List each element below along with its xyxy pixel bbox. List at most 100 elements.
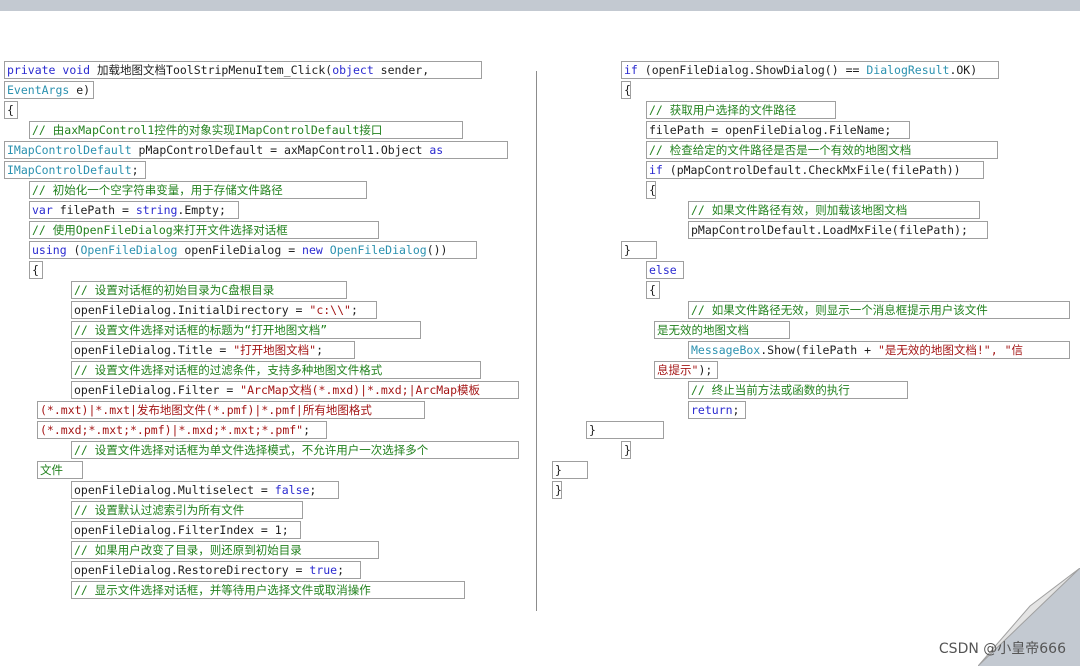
code-line: } xyxy=(621,241,657,259)
code-line: // 设置对话框的初始目录为C盘根目录 xyxy=(71,281,347,299)
code-line: (*.mxt)|*.mxt|发布地图文件(*.pmf)|*.pmf|所有地图格式 xyxy=(37,401,425,419)
code-token: false xyxy=(274,483,310,497)
code-token: as xyxy=(429,143,444,157)
code-line: // 检查给定的文件路径是否是一个有效的地图文档 xyxy=(646,141,998,159)
code-token: } xyxy=(555,463,562,477)
code-line: 文件 xyxy=(37,461,83,479)
code-token: // 设置文件选择对话框为单文件选择模式，不允许用户一次选择多个 xyxy=(74,443,429,457)
code-token: pMapControlDefault.LoadMxFile(filePath); xyxy=(691,223,968,237)
code-token: // 如果文件路径有效，则加载该地图文档 xyxy=(691,203,908,217)
code-token: sender, xyxy=(373,63,437,77)
code-line: if (pMapControlDefault.CheckMxFile(fileP… xyxy=(646,161,984,179)
code-token: } xyxy=(589,423,596,437)
code-token: // 设置对话框的初始目录为C盘根目录 xyxy=(74,283,275,297)
code-line: filePath = openFileDialog.FileName; xyxy=(646,121,910,139)
code-line: { xyxy=(29,261,43,279)
code-token: ; xyxy=(316,343,324,357)
code-token: using xyxy=(32,243,67,257)
code-line: openFileDialog.Multiselect = false; xyxy=(71,481,339,499)
code-token: // 检查给定的文件路径是否是一个有效的地图文档 xyxy=(649,143,912,157)
code-token: 加载地图文档ToolStripMenuItem_Click( xyxy=(90,63,333,77)
code-token: // 如果文件路径无效，则显示一个消息框提示用户该文件 xyxy=(691,303,988,317)
code-line: openFileDialog.FilterIndex = 1; xyxy=(71,521,301,539)
code-token: (*.mxt)|*.mxt|发布地图文件(*.pmf)|*.pmf|所有地图格式 xyxy=(40,403,372,417)
code-token: (*.mxd;*.mxt;*.pmf)|*.mxd;*.mxt;*.pmf" xyxy=(40,423,304,437)
code-token: { xyxy=(7,103,14,117)
column-divider xyxy=(536,71,537,611)
code-line: 息提示"); xyxy=(654,361,718,379)
code-line: // 获取用户选择的文件路径 xyxy=(646,101,836,119)
code-token: MessageBox xyxy=(691,343,761,357)
code-token: filePath = xyxy=(52,203,136,217)
code-line: } xyxy=(552,461,588,479)
document-page: private void 加载地图文档ToolStripMenuItem_Cli… xyxy=(0,11,1080,666)
code-token: OpenFileDialog xyxy=(329,243,427,257)
code-token: } xyxy=(555,483,562,497)
code-line: MessageBox.Show(filePath + "是无效的地图文档!", … xyxy=(688,341,1070,359)
code-line: // 设置文件选择对话框为单文件选择模式，不允许用户一次选择多个 xyxy=(71,441,519,459)
code-token: openFileDialog.Title = xyxy=(74,343,234,357)
code-token: { xyxy=(649,183,656,197)
code-line: if (openFileDialog.ShowDialog() == Dialo… xyxy=(621,61,999,79)
code-token: "c:\\" xyxy=(309,303,351,317)
code-token: void xyxy=(62,63,91,77)
code-line: // 设置默认过滤索引为所有文件 xyxy=(71,501,303,519)
code-token: // 设置文件选择对话框的过滤条件，支持多种地图文件格式 xyxy=(74,363,383,377)
code-token: { xyxy=(649,283,656,297)
code-token: ; xyxy=(131,163,139,177)
code-line: EventArgs e) xyxy=(4,81,94,99)
code-line: // 终止当前方法或函数的执行 xyxy=(688,381,908,399)
code-token: // 由axMapControl1控件的对象实现IMapControlDefau… xyxy=(32,123,383,137)
code-token: // 如果用户改变了目录，则还原到初始目录 xyxy=(74,543,302,557)
code-line: // 由axMapControl1控件的对象实现IMapControlDefau… xyxy=(29,121,463,139)
code-line: { xyxy=(646,181,656,199)
code-token: // 初始化一个空字符串变量，用于存储文件路径 xyxy=(32,183,283,197)
code-token: // 终止当前方法或函数的执行 xyxy=(691,383,850,397)
code-token: EventArgs xyxy=(7,83,70,97)
code-token: var xyxy=(32,203,53,217)
code-token: 是无效的地图文档 xyxy=(657,323,749,337)
code-token: e) xyxy=(69,83,91,97)
code-line: // 设置文件选择对话框的标题为“打开地图文档” xyxy=(71,321,421,339)
code-token: OpenFileDialog xyxy=(80,243,178,257)
code-line: 是无效的地图文档 xyxy=(654,321,790,339)
code-line: // 如果用户改变了目录，则还原到初始目录 xyxy=(71,541,379,559)
code-token: DialogResult xyxy=(866,63,950,77)
code-token: // 设置默认过滤索引为所有文件 xyxy=(74,503,245,517)
code-token: openFileDialog.RestoreDirectory = xyxy=(74,563,310,577)
code-token: return xyxy=(691,403,733,417)
code-line: (*.mxd;*.mxt;*.pmf)|*.mxd;*.mxt;*.pmf"; xyxy=(37,421,327,439)
code-token: if xyxy=(624,63,638,77)
code-token: { xyxy=(32,263,39,277)
code-token: .Empty; xyxy=(177,203,226,217)
code-line: IMapControlDefault pMapControlDefault = … xyxy=(4,141,508,159)
code-token: .Show(filePath + xyxy=(760,343,878,357)
code-token: "是无效的地图文档!", "信 xyxy=(877,343,1023,357)
code-token: { xyxy=(624,83,631,97)
code-line: else xyxy=(646,261,684,279)
code-token: ( xyxy=(66,243,81,257)
code-token: // 显示文件选择对话框，并等待用户选择文件或取消操作 xyxy=(74,583,371,597)
code-token: string xyxy=(135,203,178,217)
code-line: return; xyxy=(688,401,746,419)
code-line: // 如果文件路径有效，则加载该地图文档 xyxy=(688,201,980,219)
code-line: // 设置文件选择对话框的过滤条件，支持多种地图文件格式 xyxy=(71,361,481,379)
code-token: "ArcMap文档(*.mxd)|*.mxd;|ArcMap模板 xyxy=(240,383,481,397)
code-token: object xyxy=(332,63,374,77)
code-token: openFileDialog.Multiselect = xyxy=(74,483,275,497)
code-token: .OK) xyxy=(949,63,978,77)
code-token: filePath = openFileDialog.FileName; xyxy=(649,123,892,137)
code-token: ; xyxy=(309,483,317,497)
code-token: } xyxy=(624,243,631,257)
code-line: // 初始化一个空字符串变量，用于存储文件路径 xyxy=(29,181,367,199)
code-line: openFileDialog.Filter = "ArcMap文档(*.mxd)… xyxy=(71,381,519,399)
code-line: } xyxy=(621,441,631,459)
code-token: ()) xyxy=(426,243,448,257)
code-token: openFileDialog.InitialDirectory = xyxy=(74,303,310,317)
code-line: openFileDialog.InitialDirectory = "c:\\"… xyxy=(71,301,377,319)
code-token: pMapControlDefault = axMapControl1.Objec… xyxy=(131,143,430,157)
code-token: // 设置文件选择对话框的标题为“打开地图文档” xyxy=(74,323,328,337)
code-line: // 显示文件选择对话框，并等待用户选择文件或取消操作 xyxy=(71,581,465,599)
code-token: true xyxy=(309,563,338,577)
